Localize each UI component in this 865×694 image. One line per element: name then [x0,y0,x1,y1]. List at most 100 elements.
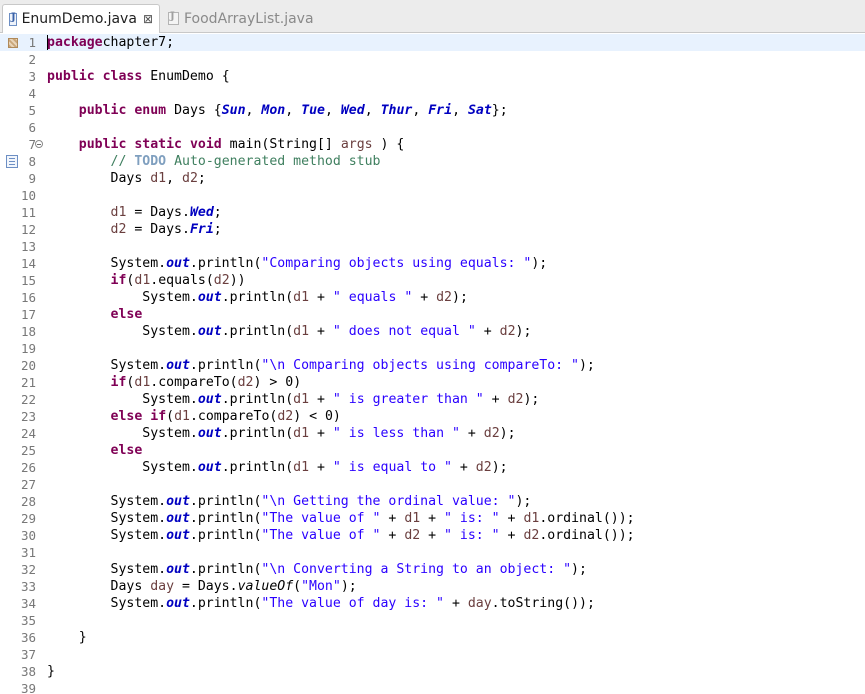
code-token: , [452,103,468,118]
code-token: .println( [221,460,294,475]
line-number: 7 [28,137,36,152]
line-number: 14 [20,256,36,271]
code-token: .compareTo( [150,375,238,390]
code-line[interactable]: 16 System.out.println(d1 + " equals " + … [0,289,865,306]
code-token: ) { [372,137,405,152]
code-line[interactable]: 4 [0,85,865,102]
code-line[interactable]: 31 [0,544,865,561]
code-token: .println( [221,324,294,339]
code-line[interactable]: 37 [0,646,865,663]
line-number: 34 [20,596,36,611]
code-token: System. [47,562,167,577]
code-line[interactable]: 17 else [0,306,865,323]
code-token: day [150,579,175,594]
code-token: d2 [483,426,500,441]
code-token: out [197,426,222,441]
code-line[interactable]: 13 [0,238,865,255]
code-line[interactable]: 38} [0,663,865,680]
code-line[interactable]: 22 System.out.println(d1 + " is greater … [0,391,865,408]
line-number: 17 [20,307,36,322]
code-line[interactable]: 35 [0,612,865,629]
code-token: + [444,596,468,611]
code-text: System.out.println(d1 + " is greater tha… [47,391,539,408]
code-line[interactable]: 19 [0,340,865,357]
code-line[interactable]: 12 d2 = Days.Fri; [0,221,865,238]
tab-foodarraylist-java[interactable]: J FoodArrayList.java [162,4,322,33]
code-token: ); [499,426,516,441]
fold-collapse-icon[interactable] [35,140,43,148]
code-token: out [166,562,190,577]
tab-enumdemo-java[interactable]: J EnumDemo.java ⊠ [2,4,160,33]
code-line[interactable]: 7 public static void main(String[] args … [0,136,865,153]
code-token: .println( [189,511,262,526]
code-token: .equals( [150,273,214,288]
code-token: , [245,103,262,118]
code-token: " does not equal " [332,324,476,339]
code-token: public [47,69,95,84]
code-line[interactable]: 18 System.out.println(d1 + " does not eq… [0,323,865,340]
code-text: Days d1, d2; [47,170,206,187]
code-line[interactable]: 11 d1 = Days.Wed; [0,204,865,221]
code-token: "Comparing objects using equals: " [261,256,532,271]
code-editor[interactable]: 1 packagechapter7; 2 3 public class EnumDemo… [0,33,865,694]
code-token: d1 [134,375,151,390]
text-caret [47,35,48,50]
code-token: + [412,290,437,305]
code-line[interactable]: 5 public enum Days {Sun, Mon, Tue, Wed, … [0,102,865,119]
code-line[interactable]: 36 } [0,629,865,646]
code-text: if(d1.compareTo(d2) > 0) [47,374,302,391]
code-line[interactable]: 33 Days day = Days.valueOf("Mon"); [0,578,865,595]
code-line[interactable]: 6 [0,119,865,136]
code-token: , [285,103,302,118]
code-line[interactable]: 2 [0,51,865,68]
code-token: System. [47,528,167,543]
code-line[interactable]: 3 public class EnumDemo { [0,68,865,85]
code-line[interactable]: 9 Days d1, d2; [0,170,865,187]
code-text: System.out.println(d1 + " is less than "… [47,425,516,442]
code-line[interactable]: 28 System.out.println("\n Getting the or… [0,493,865,510]
code-line[interactable]: 26 System.out.println(d1 + " is equal to… [0,459,865,476]
code-token: + [309,460,333,475]
code-line[interactable]: 14 System.out.println("Comparing objects… [0,255,865,272]
code-token: "\n Converting a String to an object: " [261,562,572,577]
code-line[interactable]: 29 System.out.println("The value of " + … [0,510,865,527]
code-line[interactable]: 27 [0,476,865,493]
code-line[interactable]: 30 System.out.println("The value of " + … [0,527,865,544]
code-line[interactable]: 20 System.out.println("\n Comparing obje… [0,357,865,374]
code-token: package [47,35,103,50]
code-token: void [189,137,222,152]
code-token: .println( [189,358,262,373]
code-token: .compareTo( [189,409,278,424]
code-token: "The value of " [261,511,381,526]
code-line[interactable]: 39 [0,680,865,694]
line-number: 29 [20,511,36,526]
code-token: + [309,392,333,407]
line-number: 33 [20,579,36,594]
code-line[interactable]: 23 else if(d1.compareTo(d2) < 0) [0,408,865,425]
code-token: " is: " [444,528,500,543]
code-token: else [110,409,143,424]
code-token: System. [47,324,198,339]
code-line[interactable]: 8 // TODO Auto-generated method stub [0,153,865,170]
code-text: public enum Days {Sun, Mon, Tue, Wed, Th… [47,102,508,119]
line-number: 37 [20,647,36,662]
code-token: Sun [221,103,246,118]
close-icon[interactable]: ⊠ [143,12,153,26]
code-token: .toString()); [491,596,595,611]
code-token: "Mon" [301,579,341,594]
code-token: else [110,443,143,458]
code-token: out [166,511,190,526]
code-token: out [166,528,190,543]
code-line[interactable]: 34 System.out.println("The value of day … [0,595,865,612]
code-text: System.out.println("The value of " + d2 … [47,527,635,544]
code-line[interactable]: 24 System.out.println(d1 + " is less tha… [0,425,865,442]
code-text: } [47,663,55,680]
code-line[interactable]: 1 packagechapter7; [0,34,865,51]
code-line[interactable]: 32 System.out.println("\n Converting a S… [0,561,865,578]
code-line[interactable]: 15 if(d1.equals(d2)) [0,272,865,289]
code-line[interactable]: 21 if(d1.compareTo(d2) > 0) [0,374,865,391]
code-line[interactable]: 10 [0,187,865,204]
code-line[interactable]: 25 else [0,442,865,459]
